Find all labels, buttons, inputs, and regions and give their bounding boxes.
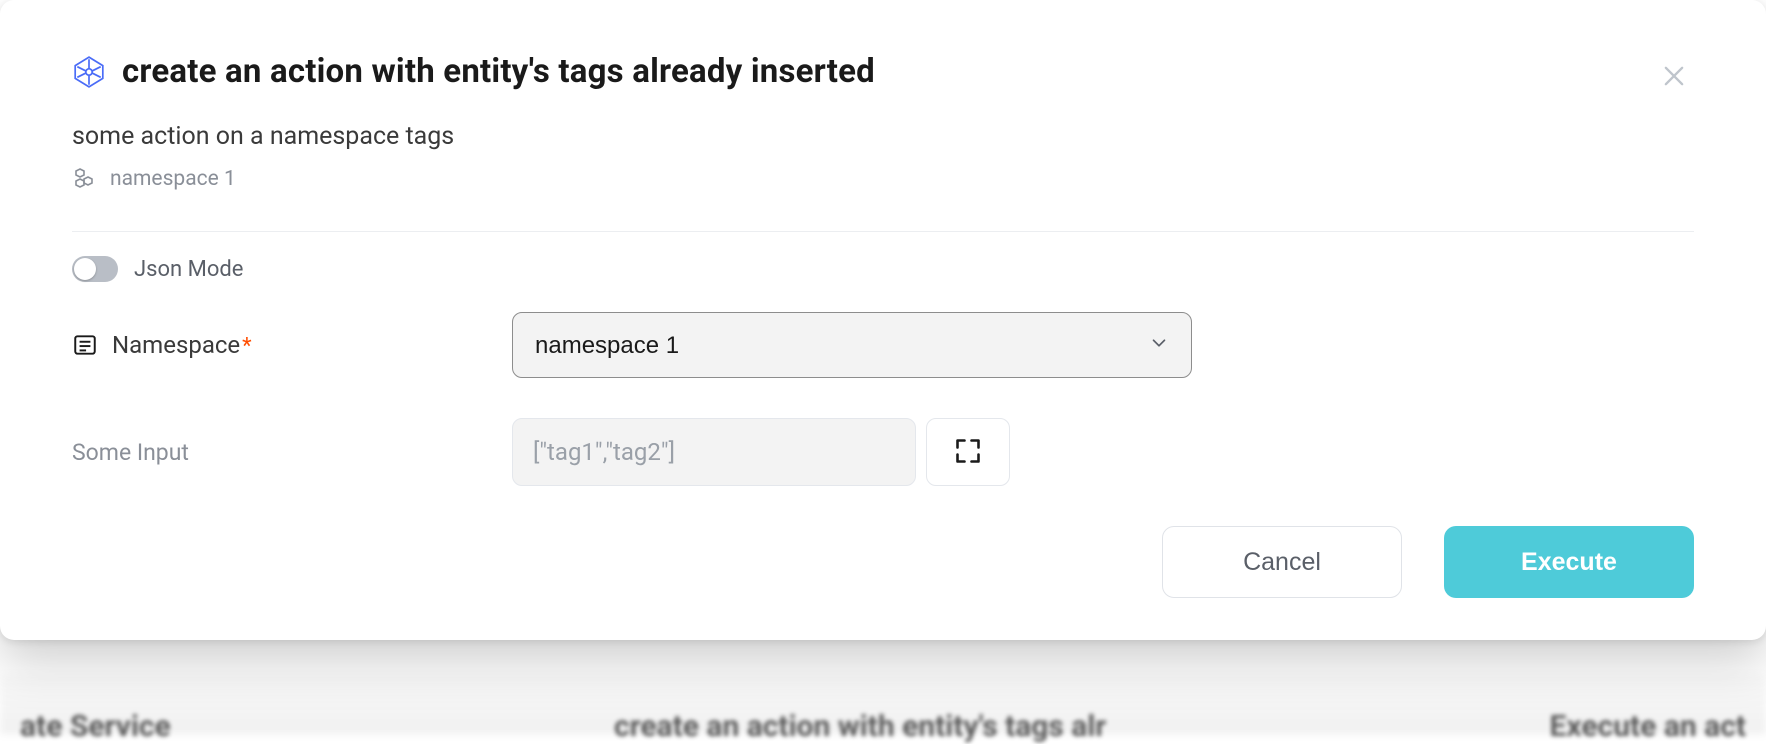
namespace-entity-icon xyxy=(72,167,96,191)
modal-footer: Cancel Execute xyxy=(72,526,1694,598)
json-mode-row: Json Mode xyxy=(72,256,1694,282)
divider xyxy=(72,231,1694,232)
title-row: create an action with entity's tags alre… xyxy=(72,52,875,91)
namespace-label: Namespace* xyxy=(112,331,252,359)
some-input-label: Some Input xyxy=(72,439,189,466)
json-mode-label: Json Mode xyxy=(134,257,243,282)
required-mark: * xyxy=(242,334,251,359)
some-input-row: Some Input xyxy=(72,418,1694,486)
namespace-select[interactable]: namespace 1 xyxy=(512,312,1192,378)
entity-row: namespace 1 xyxy=(72,167,1694,191)
kubernetes-icon xyxy=(72,55,106,89)
close-button[interactable] xyxy=(1654,56,1694,96)
action-modal: create an action with entity's tags alre… xyxy=(0,0,1766,640)
namespace-row: Namespace* namespace 1 xyxy=(72,312,1694,378)
execute-button[interactable]: Execute xyxy=(1444,526,1694,598)
expand-input-button[interactable] xyxy=(926,418,1010,486)
cancel-button[interactable]: Cancel xyxy=(1162,526,1402,598)
close-icon xyxy=(1660,78,1688,93)
modal-header: create an action with entity's tags alre… xyxy=(72,52,1694,96)
form-list-icon xyxy=(72,332,98,358)
json-mode-toggle[interactable] xyxy=(72,256,118,282)
entity-name: namespace 1 xyxy=(110,167,236,191)
background-blur xyxy=(0,674,1766,734)
namespace-select-wrap: namespace 1 xyxy=(512,312,1192,378)
expand-icon xyxy=(954,437,982,468)
some-input-field[interactable] xyxy=(512,418,916,486)
modal-title: create an action with entity's tags alre… xyxy=(122,52,875,91)
modal-subtitle: some action on a namespace tags xyxy=(72,122,1694,151)
